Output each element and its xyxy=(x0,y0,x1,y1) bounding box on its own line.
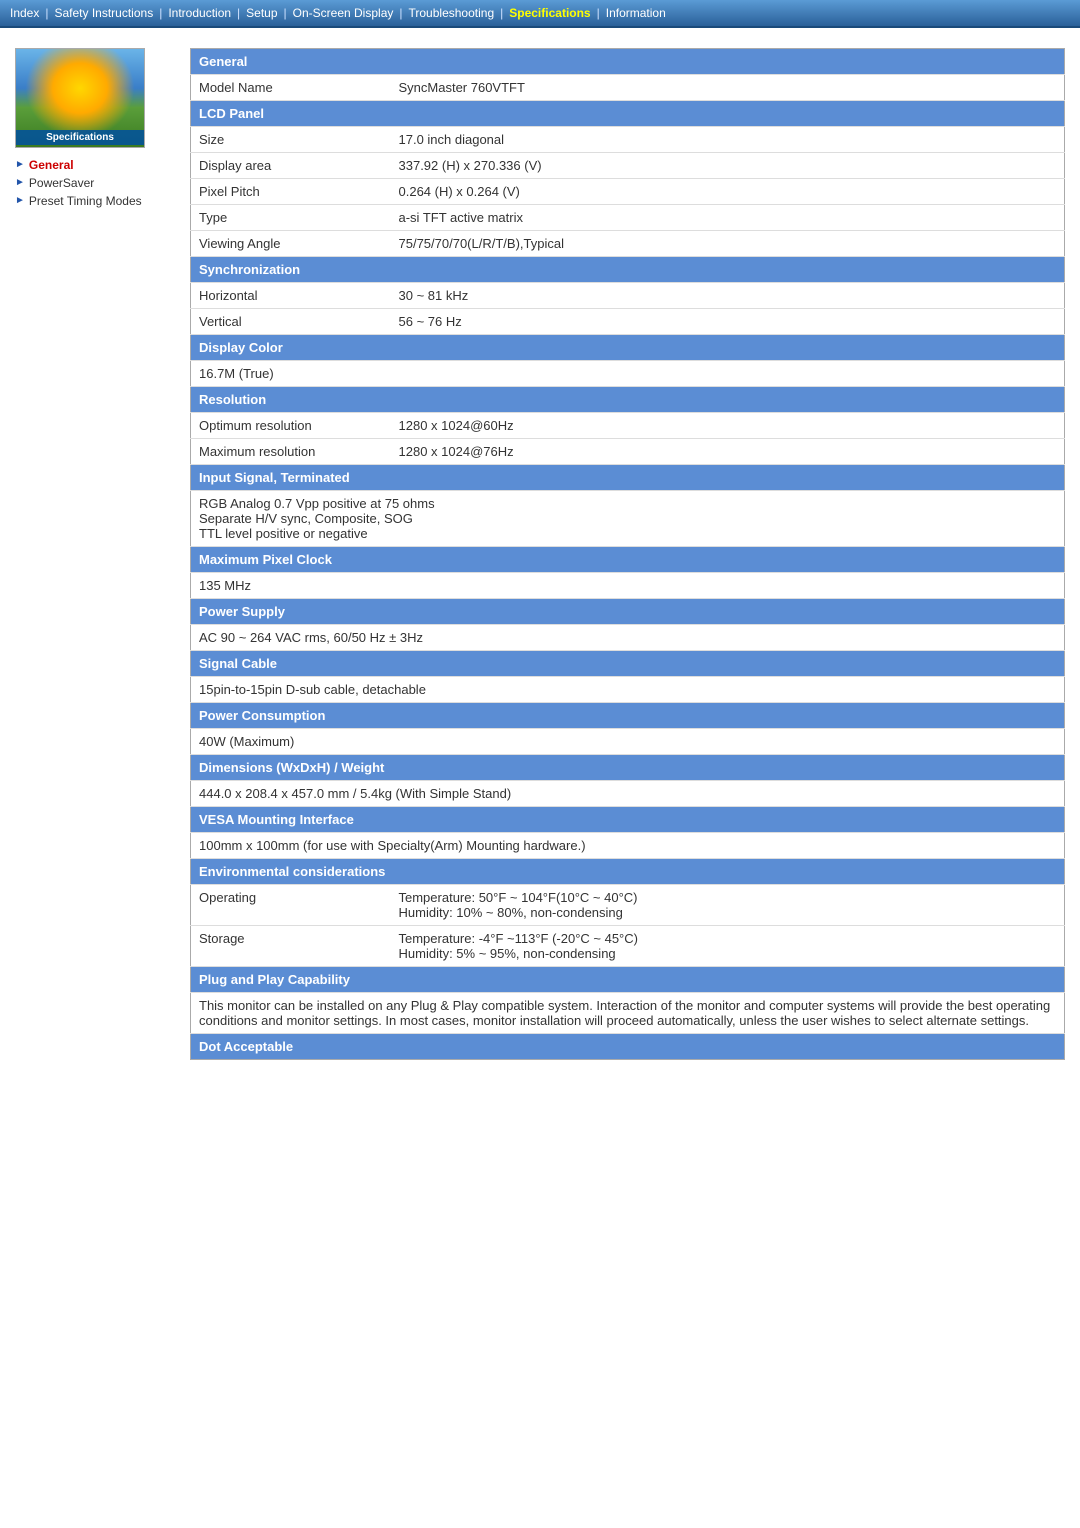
spec-full-value: 16.7M (True) xyxy=(191,361,1065,387)
section-header: Input Signal, Terminated xyxy=(191,465,1065,491)
spec-label: Optimum resolution xyxy=(191,413,391,439)
sidebar-label-powersaver: PowerSaver xyxy=(29,176,94,190)
section-header: Dimensions (WxDxH) / Weight xyxy=(191,755,1065,781)
sidebar-item-powersaver[interactable]: ► PowerSaver xyxy=(15,176,170,190)
spec-label: Vertical xyxy=(191,309,391,335)
spec-full-value: 135 MHz xyxy=(191,573,1065,599)
nav-osd[interactable]: On-Screen Display xyxy=(293,6,394,20)
sidebar-item-general[interactable]: ► General xyxy=(15,158,170,172)
spec-value: a-si TFT active matrix xyxy=(391,205,1065,231)
sidebar-label-preset: Preset Timing Modes xyxy=(29,194,142,208)
section-header: LCD Panel xyxy=(191,101,1065,127)
spec-value: SyncMaster 760VTFT xyxy=(391,75,1065,101)
spec-full-value: 444.0 x 208.4 x 457.0 mm / 5.4kg (With S… xyxy=(191,781,1065,807)
nav-information[interactable]: Information xyxy=(606,6,666,20)
spec-label: Pixel Pitch xyxy=(191,179,391,205)
section-header: Display Color xyxy=(191,335,1065,361)
sidebar-item-preset[interactable]: ► Preset Timing Modes xyxy=(15,194,170,208)
section-header: Synchronization xyxy=(191,257,1065,283)
spec-value: 30 ~ 81 kHz xyxy=(391,283,1065,309)
nav-index[interactable]: Index xyxy=(10,6,39,20)
spec-full-value: 100mm x 100mm (for use with Specialty(Ar… xyxy=(191,833,1065,859)
spec-label: Model Name xyxy=(191,75,391,101)
nav-troubleshooting[interactable]: Troubleshooting xyxy=(409,6,495,20)
section-header: Dot Acceptable xyxy=(191,1034,1065,1060)
main-container: Specifications ► General ► PowerSaver ► … xyxy=(0,28,1080,1080)
spec-label: Type xyxy=(191,205,391,231)
sidebar: Specifications ► General ► PowerSaver ► … xyxy=(15,48,170,1060)
spec-full-value: AC 90 ~ 264 VAC rms, 60/50 Hz ± 3Hz xyxy=(191,625,1065,651)
arrow-icon: ► xyxy=(15,177,25,188)
spec-value: 337.92 (H) x 270.336 (V) xyxy=(391,153,1065,179)
spec-value: Temperature: 50°F ~ 104°F(10°C ~ 40°C)Hu… xyxy=(391,885,1065,926)
nav-setup[interactable]: Setup xyxy=(246,6,277,20)
spec-label: Display area xyxy=(191,153,391,179)
spec-full-value: RGB Analog 0.7 Vpp positive at 75 ohmsSe… xyxy=(191,491,1065,547)
arrow-icon: ► xyxy=(15,159,25,170)
spec-label: Storage xyxy=(191,926,391,967)
spec-value: 75/75/70/70(L/R/T/B),Typical xyxy=(391,231,1065,257)
spec-label: Viewing Angle xyxy=(191,231,391,257)
section-header: Power Consumption xyxy=(191,703,1065,729)
content-area: GeneralModel NameSyncMaster 760VTFTLCD P… xyxy=(190,48,1065,1060)
nav-specifications[interactable]: Specifications xyxy=(509,6,590,20)
section-header: Signal Cable xyxy=(191,651,1065,677)
section-header: Maximum Pixel Clock xyxy=(191,547,1065,573)
spec-full-value: This monitor can be installed on any Plu… xyxy=(191,993,1065,1034)
section-header: Resolution xyxy=(191,387,1065,413)
spec-full-value: 15pin-to-15pin D-sub cable, detachable xyxy=(191,677,1065,703)
spec-label: Maximum resolution xyxy=(191,439,391,465)
spec-value: 1280 x 1024@60Hz xyxy=(391,413,1065,439)
spec-full-value: 40W (Maximum) xyxy=(191,729,1065,755)
spec-label: Size xyxy=(191,127,391,153)
nav-safety[interactable]: Safety Instructions xyxy=(54,6,153,20)
sidebar-label-general: General xyxy=(29,158,74,172)
spec-table: GeneralModel NameSyncMaster 760VTFTLCD P… xyxy=(190,48,1065,1060)
section-header: Environmental considerations xyxy=(191,859,1065,885)
spec-value: 17.0 inch diagonal xyxy=(391,127,1065,153)
spec-value: Temperature: -4°F ~113°F (-20°C ~ 45°C)H… xyxy=(391,926,1065,967)
nav-introduction[interactable]: Introduction xyxy=(168,6,231,20)
section-header: Plug and Play Capability xyxy=(191,967,1065,993)
navigation-bar: Index | Safety Instructions | Introducti… xyxy=(0,0,1080,28)
arrow-icon: ► xyxy=(15,195,25,206)
sidebar-logo-text: Specifications xyxy=(16,130,144,145)
sidebar-logo: Specifications xyxy=(15,48,145,148)
spec-label: Horizontal xyxy=(191,283,391,309)
section-header: General xyxy=(191,49,1065,75)
spec-value: 56 ~ 76 Hz xyxy=(391,309,1065,335)
spec-label: Operating xyxy=(191,885,391,926)
section-header: VESA Mounting Interface xyxy=(191,807,1065,833)
spec-value: 0.264 (H) x 0.264 (V) xyxy=(391,179,1065,205)
spec-value: 1280 x 1024@76Hz xyxy=(391,439,1065,465)
section-header: Power Supply xyxy=(191,599,1065,625)
